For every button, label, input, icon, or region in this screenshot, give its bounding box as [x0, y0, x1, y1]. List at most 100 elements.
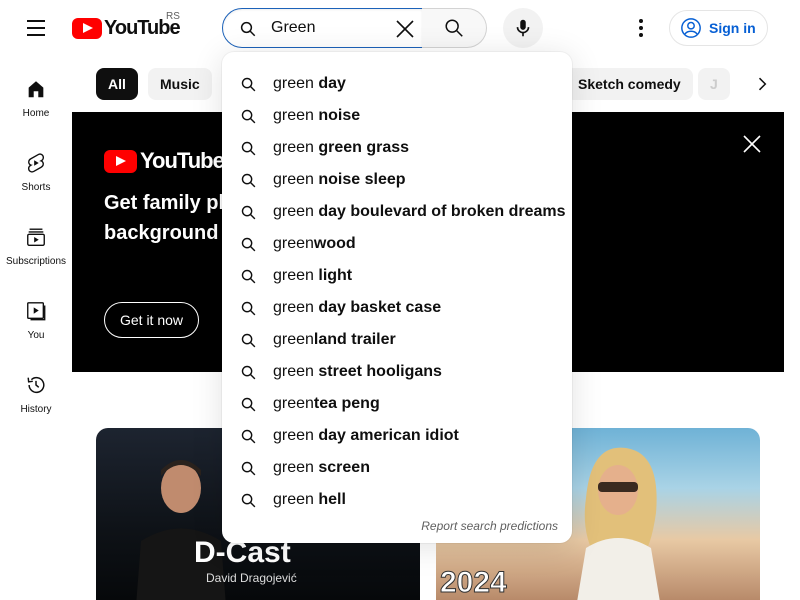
- search-icon: [241, 461, 256, 475]
- search-icon: [241, 77, 256, 91]
- suggestion-completion: wood: [313, 235, 356, 252]
- more-dot: [639, 33, 643, 37]
- suggestion-item[interactable]: greenwood: [222, 228, 572, 260]
- shorts-icon: [27, 153, 45, 173]
- search-icon: [241, 109, 256, 123]
- youtube-play-icon: [72, 17, 102, 39]
- suggestion-item[interactable]: green day american idiot: [222, 420, 572, 452]
- guide-menu-button[interactable]: [16, 8, 56, 48]
- suggestion-typed: green: [273, 139, 314, 156]
- suggestion-completion: day basket case: [313, 299, 442, 316]
- sidebar-item-label: You: [27, 330, 45, 341]
- suggestion-typed: green: [273, 427, 314, 444]
- sidebar-item-home[interactable]: Home: [4, 56, 68, 130]
- thumbnail-subtitle-text: David Dragojević: [206, 571, 297, 585]
- chips-next-button[interactable]: [742, 64, 782, 104]
- history-icon: [27, 377, 45, 394]
- suggestion-completion: land trailer: [313, 331, 396, 348]
- close-icon[interactable]: [740, 132, 764, 156]
- search-icon: [241, 173, 256, 187]
- settings-menu-button[interactable]: [626, 12, 656, 44]
- suggestion-typed: green: [273, 75, 314, 92]
- search-icon: [241, 429, 256, 443]
- suggestion-text: green hell: [273, 491, 346, 509]
- suggestion-item[interactable]: greenland trailer: [222, 324, 572, 356]
- suggestion-text: green street hooligans: [273, 363, 442, 381]
- country-code: RS: [166, 11, 180, 22]
- sidebar-item-label: History: [20, 404, 52, 415]
- sidebar-item-history[interactable]: History: [4, 352, 68, 426]
- suggestion-completion: day boulevard of broken dreams: [313, 203, 566, 220]
- suggestion-text: green screen: [273, 459, 370, 477]
- search-icon: [241, 333, 256, 347]
- suggestion-item[interactable]: green day basket case: [222, 292, 572, 324]
- sidebar-item-subscriptions[interactable]: Subscriptions: [4, 204, 68, 278]
- chip-sketch-comedy[interactable]: Sketch comedy: [566, 68, 693, 100]
- sidebar-item-you[interactable]: You: [4, 278, 68, 352]
- menu-icon-bar: [27, 27, 45, 29]
- sidebar-item-label: Shorts: [21, 182, 51, 193]
- search-icon: [241, 365, 256, 379]
- suggestion-item[interactable]: green screen: [222, 452, 572, 484]
- report-search-predictions-link[interactable]: Report search predictions: [421, 519, 558, 533]
- suggestion-completion: noise sleep: [313, 171, 406, 188]
- you-icon: [27, 302, 46, 321]
- suggestion-item[interactable]: green street hooligans: [222, 356, 572, 388]
- search-icon: [240, 21, 256, 37]
- chip-partial[interactable]: J: [698, 68, 730, 100]
- suggestion-text: greenland trailer: [273, 331, 396, 349]
- more-dot: [639, 19, 643, 23]
- voice-search-button[interactable]: [503, 8, 543, 48]
- search-box[interactable]: [222, 8, 423, 48]
- suggestion-item[interactable]: green green grass: [222, 132, 572, 164]
- clear-search-icon[interactable]: [393, 17, 417, 41]
- sidebar-item-label: Subscriptions: [5, 256, 67, 267]
- search-icon: [241, 237, 256, 251]
- menu-icon-bar: [27, 20, 45, 22]
- suggestion-completion: day: [313, 75, 346, 92]
- suggestion-item[interactable]: green noise sleep: [222, 164, 572, 196]
- suggestion-typed: green: [273, 459, 314, 476]
- suggestion-typed: green: [273, 395, 314, 412]
- sidebar-item-shorts[interactable]: Shorts: [4, 130, 68, 204]
- suggestion-text: green day: [273, 75, 346, 93]
- suggestion-typed: green: [273, 203, 314, 220]
- suggestion-text: green day boulevard of broken dreams: [273, 203, 566, 221]
- suggestion-typed: green: [273, 331, 314, 348]
- chevron-right-icon: [758, 77, 767, 91]
- suggestion-item[interactable]: green day boulevard of broken dreams: [222, 196, 572, 228]
- search-bar: [222, 8, 487, 48]
- suggestion-item[interactable]: green noise: [222, 100, 572, 132]
- sidebar-item-label: Home: [22, 108, 50, 119]
- suggestion-completion: hell: [313, 491, 346, 508]
- search-button[interactable]: [422, 8, 487, 48]
- suggestion-item[interactable]: green light: [222, 260, 572, 292]
- suggestion-text: greentea peng: [273, 395, 380, 413]
- suggestion-completion: street hooligans: [313, 363, 442, 380]
- search-input[interactable]: [271, 18, 391, 38]
- get-it-now-button[interactable]: Get it now: [104, 302, 199, 338]
- suggestion-typed: green: [273, 235, 314, 252]
- suggestion-text: green day american idiot: [273, 427, 459, 445]
- search-icon: [445, 19, 463, 37]
- suggestion-text: green noise sleep: [273, 171, 406, 189]
- search-icon: [241, 141, 256, 155]
- suggestion-typed: green: [273, 363, 314, 380]
- suggestion-item[interactable]: greentea peng: [222, 388, 572, 420]
- search-suggestions-dropdown: green day green noise green green grass …: [222, 52, 572, 543]
- suggestion-item[interactable]: green hell: [222, 484, 572, 516]
- suggestion-item[interactable]: green day: [222, 68, 572, 100]
- subscriptions-icon: [27, 228, 45, 246]
- suggestion-typed: green: [273, 267, 314, 284]
- search-icon: [241, 269, 256, 283]
- chip-all[interactable]: All: [96, 68, 138, 100]
- suggestion-typed: green: [273, 171, 314, 188]
- chip-music[interactable]: Music: [148, 68, 212, 100]
- search-icon: [241, 493, 256, 507]
- suggestion-completion: screen: [313, 459, 370, 476]
- suggestion-text: greenwood: [273, 235, 356, 253]
- suggestion-completion: green grass: [313, 139, 410, 156]
- youtube-logo[interactable]: YouTube: [72, 15, 181, 41]
- sign-in-button[interactable]: Sign in: [669, 10, 768, 46]
- search-icon: [241, 397, 256, 411]
